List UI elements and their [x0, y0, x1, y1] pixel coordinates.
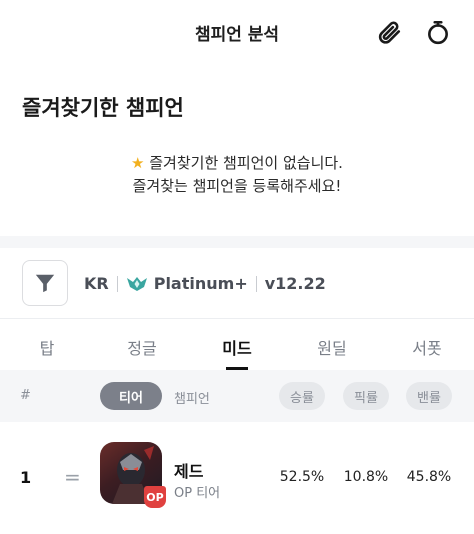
- platinum-emblem-icon: [126, 276, 147, 291]
- winrate-value: 52.5%: [279, 469, 325, 485]
- champion-tier-label: OP 티어: [174, 486, 221, 501]
- tier-label: Platinum+: [153, 274, 248, 293]
- empty-line-1: 즐겨찾기한 챔피언이 없습니다.: [149, 154, 343, 172]
- role-tabs: 탑 정글 미드 원딜 서폿: [0, 318, 474, 370]
- sort-winrate-button[interactable]: 승률: [279, 382, 325, 410]
- champion-column-header: 챔피언: [174, 392, 210, 407]
- sort-banrate-button[interactable]: 밴률: [406, 382, 452, 410]
- sort-pickrate-button[interactable]: 픽률: [343, 382, 389, 410]
- tab-top[interactable]: 탑: [12, 335, 82, 359]
- banrate-value: 45.8%: [406, 469, 452, 485]
- rank-change-indicator: =: [64, 465, 81, 489]
- star-icon: ★: [131, 154, 145, 172]
- tab-support[interactable]: 서폿: [392, 335, 462, 359]
- pickrate-value: 10.8%: [343, 469, 389, 485]
- favorites-empty-message: ★ 즐겨찾기한 챔피언이 없습니다. 즐겨찾는 챔피언을 등록해주세요!: [0, 152, 474, 198]
- tab-adc[interactable]: 원딜: [297, 335, 367, 359]
- divider: [116, 275, 118, 292]
- filter-button[interactable]: [22, 260, 68, 306]
- stopwatch-icon[interactable]: [424, 18, 452, 46]
- top-app-bar: 챔피언 분석: [0, 0, 474, 64]
- empty-line-2: 즐겨찾는 챔피언을 등록해주세요!: [132, 177, 342, 195]
- filter-icon: [35, 274, 55, 293]
- region-label: KR: [84, 274, 109, 293]
- table-row[interactable]: 1 = OP 제드 OP 티어 52.5% 10.8% 45.8%: [0, 422, 474, 534]
- tab-mid[interactable]: 미드: [202, 335, 272, 359]
- tab-jungle[interactable]: 정글: [107, 335, 177, 359]
- filter-summary[interactable]: KR Platinum+ v12.22: [84, 274, 326, 293]
- sort-tier-button[interactable]: 티어: [100, 382, 162, 410]
- favorites-title: 즐겨찾기한 챔피언: [22, 96, 184, 120]
- rank-column-header: #: [20, 388, 31, 403]
- divider: [255, 275, 257, 292]
- op-badge: OP: [144, 486, 166, 508]
- section-divider: [0, 236, 474, 248]
- rank-number: 1: [20, 468, 32, 487]
- table-header: # 티어 챔피언 승률 픽률 밴률: [0, 370, 474, 422]
- champion-name: 제드: [174, 462, 204, 481]
- paperclip-icon[interactable]: [375, 18, 403, 46]
- version-label: v12.22: [264, 274, 326, 293]
